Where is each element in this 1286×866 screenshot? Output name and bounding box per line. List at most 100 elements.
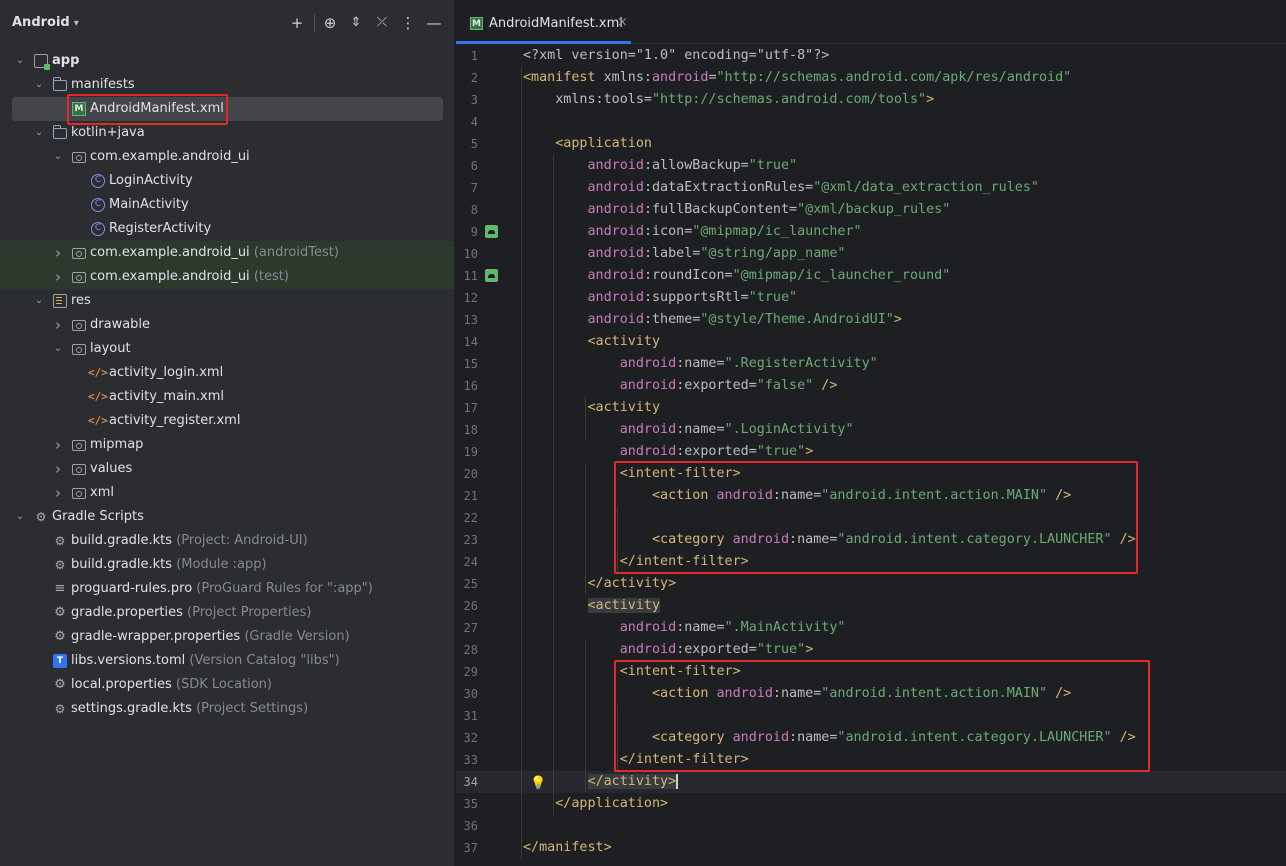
code-line[interactable]: 36 [456, 815, 1286, 837]
tree-item[interactable]: › drawable [0, 313, 454, 337]
code-line[interactable]: 37 </manifest> [456, 837, 1286, 859]
code-line[interactable]: 15 android:name=".RegisterActivity" [456, 353, 1286, 375]
tree-item[interactable]: ⚙ settings.gradle.kts (Project Settings) [0, 697, 454, 721]
code-line[interactable]: 22 [456, 507, 1286, 529]
code-line[interactable]: 1 <?xml version="1.0" encoding="utf-8"?> [456, 45, 1286, 67]
code-line[interactable]: 13 android:theme="@style/Theme.AndroidUI… [456, 309, 1286, 331]
tree-item[interactable]: ⚙ local.properties (SDK Location) [0, 673, 454, 697]
code-line[interactable]: 18 android:name=".LoginActivity" [456, 419, 1286, 441]
code-line[interactable]: 5 <application [456, 133, 1286, 155]
chevron-right-icon[interactable]: › [52, 481, 64, 505]
line-number: 8 [470, 203, 478, 217]
code-line[interactable]: 23 <category android:name="android.inten… [456, 529, 1286, 551]
code-line[interactable]: 28 android:exported="true"> [456, 639, 1286, 661]
tree-item[interactable]: ⌄ kotlin+java [0, 121, 454, 145]
code-line[interactable]: 35 </application> [456, 793, 1286, 815]
code-line[interactable]: 31 [456, 705, 1286, 727]
tree-item[interactable]: </> activity_login.xml [0, 361, 454, 385]
code-line[interactable]: 21 <action android:name="android.intent.… [456, 485, 1286, 507]
project-view-selector[interactable]: Android ▾ [12, 15, 79, 30]
tree-item[interactable]: ⌄ ⚙ Gradle Scripts [0, 505, 454, 529]
tree-item[interactable]: ⚙ gradle.properties (Project Properties) [0, 601, 454, 625]
code-line[interactable]: 20 <intent-filter> [456, 463, 1286, 485]
chevron-down-icon[interactable]: ⌄ [52, 337, 64, 361]
tab-androidmanifest[interactable]: M AndroidManifest.xml × [456, 4, 631, 44]
code-line[interactable]: 29 <intent-filter> [456, 661, 1286, 683]
code-line[interactable]: 8 android:fullBackupContent="@xml/backup… [456, 199, 1286, 221]
tree-item[interactable]: ≡ proguard-rules.pro (ProGuard Rules for … [0, 577, 454, 601]
code-line[interactable]: 32 <category android:name="android.inten… [456, 727, 1286, 749]
code-line[interactable]: 30 <action android:name="android.intent.… [456, 683, 1286, 705]
android-resource-icon[interactable] [485, 269, 498, 282]
tree-item[interactable]: C LoginActivity [0, 169, 454, 193]
code-line[interactable]: 17 <activity [456, 397, 1286, 419]
chevron-down-icon[interactable]: ⌄ [33, 73, 45, 97]
code-text: android:exported="true"> [523, 639, 814, 661]
chevron-down-icon[interactable]: ⌄ [52, 145, 64, 169]
chevron-right-icon[interactable]: › [52, 313, 64, 337]
tree-item[interactable]: </> activity_register.xml [0, 409, 454, 433]
code-line[interactable]: 14 <activity [456, 331, 1286, 353]
chevron-down-icon[interactable]: ⌄ [33, 289, 45, 313]
tree-item[interactable]: ⚙ build.gradle.kts (Project: Android-UI) [0, 529, 454, 553]
tree-item[interactable]: ⚙ build.gradle.kts (Module :app) [0, 553, 454, 577]
tree-item-label: kotlin+java [71, 125, 145, 140]
code-line[interactable]: 24 </intent-filter> [456, 551, 1286, 573]
expand-all-icon[interactable]: ⇕ [346, 13, 366, 33]
tree-item[interactable]: ⌄ com.example.android_ui [0, 145, 454, 169]
code-line[interactable]: 6 android:allowBackup="true" [456, 155, 1286, 177]
code-line[interactable]: 11 android:roundIcon="@mipmap/ic_launche… [456, 265, 1286, 287]
code-line[interactable]: 9 android:icon="@mipmap/ic_launcher" [456, 221, 1286, 243]
chevron-right-icon[interactable]: › [52, 457, 64, 481]
locate-icon[interactable]: ⊕ [320, 13, 340, 33]
tree-item[interactable]: › xml [0, 481, 454, 505]
code-line[interactable]: 26 <activity [456, 595, 1286, 617]
tree-item[interactable]: M AndroidManifest.xml [0, 97, 454, 121]
code-line[interactable]: 34 💡 </activity> [456, 771, 1286, 793]
code-line[interactable]: 33 </intent-filter> [456, 749, 1286, 771]
chevron-down-icon[interactable]: ⌄ [14, 505, 26, 529]
code-text: </intent-filter> [523, 749, 749, 771]
code-line[interactable]: 12 android:supportsRtl="true" [456, 287, 1286, 309]
tree-item[interactable]: › values [0, 457, 454, 481]
add-icon[interactable]: + [287, 13, 307, 33]
options-icon[interactable]: ⋮ [398, 13, 418, 33]
tree-item[interactable]: ⌄ res [0, 289, 454, 313]
tree-item[interactable]: C MainActivity [0, 193, 454, 217]
close-icon[interactable]: × [617, 15, 628, 30]
tree-item[interactable]: › com.example.android_ui (test) [0, 265, 454, 289]
code-line[interactable]: 4 [456, 111, 1286, 133]
code-line[interactable]: 27 android:name=".MainActivity" [456, 617, 1286, 639]
tree-item[interactable]: Tlibs.versions.toml (Version Catalog "li… [0, 649, 454, 673]
tree-item[interactable]: ⌄ manifests [0, 73, 454, 97]
tree-item-label: res [71, 293, 91, 308]
tree-item[interactable]: </> activity_main.xml [0, 385, 454, 409]
hide-icon[interactable]: — [424, 13, 444, 33]
tree-item[interactable]: C RegisterActivity [0, 217, 454, 241]
tree-item[interactable]: ⚙ gradle-wrapper.properties (Gradle Versi… [0, 625, 454, 649]
chevron-right-icon[interactable]: › [52, 433, 64, 457]
code-text: android:fullBackupContent="@xml/backup_r… [523, 199, 950, 221]
code-line[interactable]: 2 <manifest xmlns:android="http://schemas… [456, 67, 1286, 89]
chevron-down-icon[interactable]: ⌄ [33, 121, 45, 145]
chevron-down-icon[interactable]: ⌄ [14, 49, 26, 73]
android-resource-icon[interactable] [485, 225, 498, 238]
chevron-right-icon[interactable]: › [52, 265, 64, 289]
line-number: 12 [463, 291, 478, 305]
tree-item-text: Gradle Scripts [52, 505, 144, 529]
tree-item[interactable]: › mipmap [0, 433, 454, 457]
code-line[interactable]: 16 android:exported="false" /> [456, 375, 1286, 397]
tree-item[interactable]: ⌄ app [0, 49, 454, 73]
code-line[interactable]: 19 android:exported="true"> [456, 441, 1286, 463]
collapse-all-icon[interactable]: ⤫ [372, 13, 392, 33]
code-line[interactable]: 7 android:dataExtractionRules="@xml/data… [456, 177, 1286, 199]
code-token: :name= [772, 488, 822, 503]
tree-item[interactable]: ⌄ layout [0, 337, 454, 361]
tree-item-text: gradle.properties (Project Properties) [71, 601, 312, 625]
editor-tab-bar: M AndroidManifest.xml × [456, 0, 1286, 44]
tree-item[interactable]: › com.example.android_ui (androidTest) [0, 241, 454, 265]
chevron-right-icon[interactable]: › [52, 241, 64, 265]
code-line[interactable]: 10 android:label="@string/app_name" [456, 243, 1286, 265]
code-line[interactable]: 25 </activity> [456, 573, 1286, 595]
code-line[interactable]: 3 xmlns:tools="http://schemas.android.co… [456, 89, 1286, 111]
